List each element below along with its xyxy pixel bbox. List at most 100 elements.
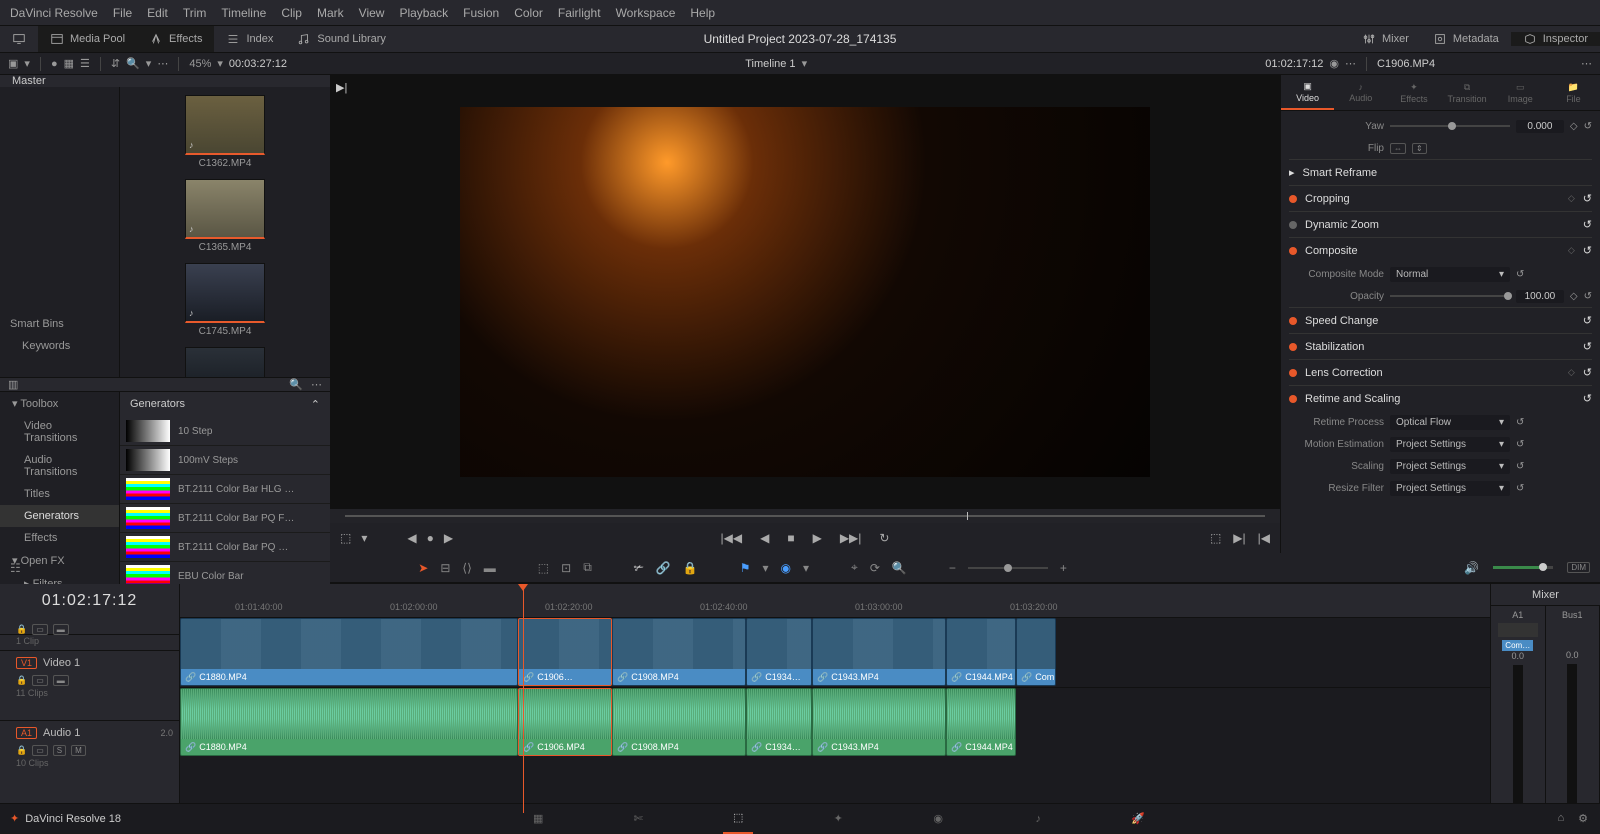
collapse-icon[interactable]: ⌃ <box>311 398 320 411</box>
replace-icon[interactable]: |◀ <box>1258 531 1270 545</box>
menu-clip[interactable]: Clip <box>281 6 302 20</box>
mute-button[interactable]: M <box>71 745 86 756</box>
color-icon[interactable]: ◉ <box>1329 57 1339 70</box>
motion-estimation-dropdown[interactable]: Project Settings▾ <box>1390 437 1510 452</box>
reset-icon[interactable]: ↺ <box>1516 269 1524 280</box>
keywords-bin[interactable]: Keywords <box>0 335 119 357</box>
mixer-button[interactable]: Mixer <box>1350 32 1421 46</box>
timeline-tracks[interactable]: 01:01:40:00 01:02:00:00 01:02:20:00 01:0… <box>180 584 1490 813</box>
speed-change-section[interactable]: Speed Change↺ <box>1289 307 1592 333</box>
replace-icon[interactable]: ⧉ <box>583 560 592 575</box>
composite-mode-dropdown[interactable]: Normal▾ <box>1390 267 1510 282</box>
dot-icon[interactable]: ● <box>427 531 434 545</box>
list-icon[interactable]: ☰ <box>80 57 90 70</box>
arrow-tool-icon[interactable]: ➤ <box>418 561 428 575</box>
more-icon[interactable]: ⋯ <box>1581 57 1592 70</box>
video-clip[interactable]: 🔗Com… <box>1016 618 1056 686</box>
clip-thumbnail[interactable]: ♪ <box>185 179 265 239</box>
insert-icon[interactable]: ⬚ <box>538 561 549 575</box>
blade-tool-icon[interactable]: ▬ <box>484 561 496 575</box>
opacity-slider[interactable] <box>1390 295 1510 297</box>
video-clip[interactable]: 🔗C1880.MP4 <box>180 618 518 686</box>
menu-workspace[interactable]: Workspace <box>616 6 676 20</box>
retime-scaling-section[interactable]: Retime and Scaling↺ <box>1289 385 1592 411</box>
search-icon[interactable]: 🔍 <box>289 378 303 391</box>
reset-icon[interactable]: ↺ <box>1584 121 1592 132</box>
search-icon[interactable]: 🔍 <box>126 57 140 70</box>
lens-correction-section[interactable]: Lens Correction◇↺ <box>1289 359 1592 385</box>
page-cut[interactable]: ✄ <box>623 804 653 834</box>
menu-timeline[interactable]: Timeline <box>221 6 266 20</box>
chevron-down-icon[interactable]: ▾ <box>361 531 367 545</box>
overwrite-icon[interactable]: ⬚ <box>1210 531 1221 545</box>
menu-davinci[interactable]: DaVinci Resolve <box>10 6 98 20</box>
zoom-percent[interactable]: 45% <box>189 58 211 70</box>
prev-icon[interactable]: ◀ <box>407 531 416 545</box>
opacity-value[interactable]: 100.00 <box>1516 290 1564 303</box>
index-button[interactable]: Index <box>214 26 285 52</box>
yaw-slider[interactable] <box>1390 125 1510 127</box>
play-icon[interactable]: ▶ <box>813 531 822 545</box>
reset-icon[interactable]: ↺ <box>1516 461 1524 472</box>
generator-item[interactable]: BT.2111 Color Bar PQ … <box>120 533 330 562</box>
cropping-section[interactable]: Cropping◇↺ <box>1289 185 1592 211</box>
scaling-dropdown[interactable]: Project Settings▾ <box>1390 459 1510 474</box>
menu-playback[interactable]: Playback <box>399 6 448 20</box>
reset-icon[interactable]: ↺ <box>1584 291 1592 302</box>
clip-thumbnail[interactable]: ♪ <box>185 263 265 323</box>
chevron-down-icon[interactable]: ▾ <box>146 57 152 70</box>
metadata-button[interactable]: Metadata <box>1421 32 1511 46</box>
more-icon[interactable]: ⋯ <box>311 378 322 391</box>
go-to-start-icon[interactable]: |◀◀ <box>721 531 743 545</box>
menu-trim[interactable]: Trim <box>183 6 207 20</box>
video-clip[interactable]: 🔗C1943.MP4 <box>812 618 946 686</box>
more-icon[interactable]: ⋯ <box>1345 57 1356 70</box>
reset-icon[interactable]: ↺ <box>1516 439 1524 450</box>
inspector-tab-audio[interactable]: ♪Audio <box>1334 75 1387 110</box>
menu-fairlight[interactable]: Fairlight <box>558 6 601 20</box>
viewer[interactable]: ▶| <box>330 75 1280 509</box>
grid-icon[interactable]: ▦ <box>64 57 74 70</box>
lock-icon[interactable]: 🔒 <box>16 675 27 686</box>
v1-badge[interactable]: V1 <box>16 657 37 669</box>
stabilization-section[interactable]: Stabilization↺ <box>1289 333 1592 359</box>
home-icon[interactable]: ⌂ <box>1557 812 1564 825</box>
dynamic-zoom-section[interactable]: Dynamic Zoom↺ <box>1289 211 1592 237</box>
generator-item[interactable]: BT.2111 Color Bar PQ F… <box>120 504 330 533</box>
fx-cat-effects[interactable]: Effects <box>0 527 119 549</box>
inspector-tab-image[interactable]: ▭Image <box>1494 75 1547 110</box>
search-icon[interactable]: 🔍 <box>892 561 907 575</box>
effects-button[interactable]: Effects <box>137 26 214 52</box>
dim-button[interactable]: DIM <box>1567 562 1590 573</box>
yaw-value[interactable]: 0.000 <box>1516 120 1564 133</box>
timeline-ruler[interactable]: 01:01:40:00 01:02:00:00 01:02:20:00 01:0… <box>180 584 1490 618</box>
keyframe-icon[interactable]: ◇ <box>1570 291 1578 302</box>
flip-v-button[interactable]: ⇕ <box>1412 143 1427 154</box>
video-clip[interactable]: 🔗C1908.MP4 <box>612 618 746 686</box>
clip-thumbnail[interactable]: ♪ <box>185 347 265 377</box>
trim-tool-icon[interactable]: ⊟ <box>440 561 450 575</box>
volume-slider[interactable] <box>1493 566 1553 569</box>
smart-reframe-section[interactable]: ▸Smart Reframe <box>1289 159 1592 185</box>
menu-mark[interactable]: Mark <box>317 6 344 20</box>
settings-icon[interactable]: ⚙ <box>1578 812 1588 825</box>
video-clip[interactable]: 🔗C1906… <box>518 618 612 686</box>
fx-cat-titles[interactable]: Titles <box>0 483 119 505</box>
fx-cat-generators[interactable]: Generators <box>0 505 119 527</box>
retime-process-dropdown[interactable]: Optical Flow▾ <box>1390 415 1510 430</box>
inspector-tab-video[interactable]: ▣Video <box>1281 75 1334 110</box>
zoom-in-icon[interactable]: + <box>1060 561 1067 575</box>
insert-icon[interactable]: ▶| <box>1233 531 1245 545</box>
video-track-header[interactable]: V1Video 1 🔒▭▬ 11 Clips <box>0 650 179 720</box>
audio-clip[interactable]: 🔗C1944.MP4 <box>946 688 1016 756</box>
audio-clip[interactable]: 🔗C1943.MP4 <box>812 688 946 756</box>
snap-icon[interactable]: ⌖ <box>851 560 858 575</box>
video-clip[interactable]: 🔗C1934… <box>746 618 812 686</box>
reset-icon[interactable]: ↺ <box>1516 483 1524 494</box>
master-bin-header[interactable]: Master <box>0 75 330 87</box>
inspector-button[interactable]: Inspector <box>1511 32 1600 46</box>
menu-color[interactable]: Color <box>514 6 543 20</box>
keyframe-icon[interactable]: ◇ <box>1570 121 1578 132</box>
menu-fusion[interactable]: Fusion <box>463 6 499 20</box>
record-icon[interactable]: ● <box>51 58 58 70</box>
